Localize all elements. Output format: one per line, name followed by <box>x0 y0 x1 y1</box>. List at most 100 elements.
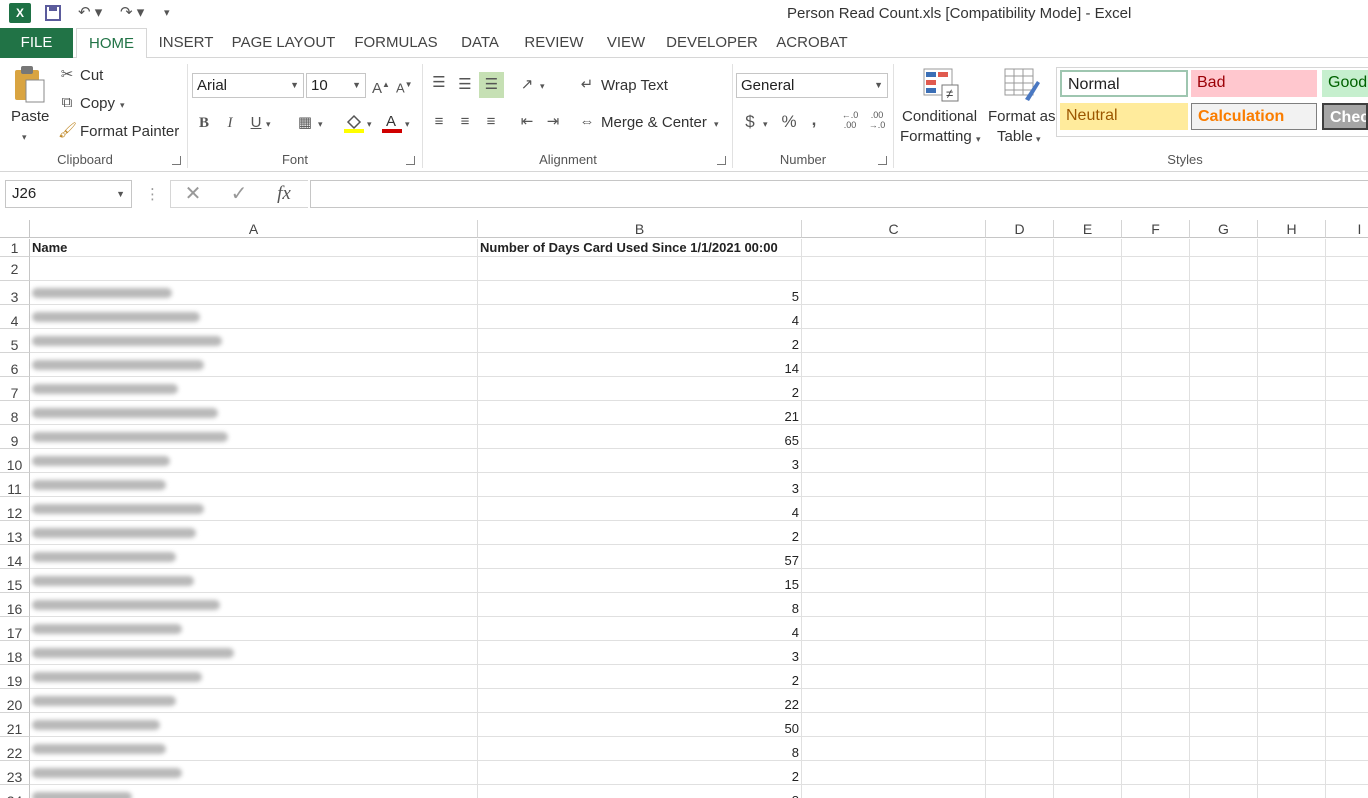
row-header[interactable]: 2 <box>0 257 30 281</box>
cell[interactable] <box>1190 497 1258 521</box>
font-size-dropdown[interactable]: 10 ▼ <box>306 73 366 98</box>
cell[interactable] <box>1258 281 1326 305</box>
count-cell[interactable]: 4 <box>478 617 802 641</box>
cell[interactable] <box>1190 713 1258 737</box>
cell[interactable] <box>986 593 1054 617</box>
row-header[interactable]: 11 <box>0 473 30 497</box>
cell[interactable] <box>1190 305 1258 329</box>
cell[interactable] <box>1122 761 1190 785</box>
cell[interactable] <box>1326 257 1368 281</box>
cell[interactable] <box>1054 425 1122 449</box>
middle-align-icon[interactable]: ☰ <box>456 76 474 94</box>
increase-font-size-icon[interactable]: A▲ <box>372 76 390 98</box>
copy-button[interactable]: Copy <box>80 95 115 112</box>
cell[interactable] <box>1258 239 1326 257</box>
name-box[interactable]: J26 ▼ <box>5 180 132 208</box>
name-box-dropdown-icon[interactable]: ▼ <box>116 181 125 207</box>
row-header[interactable]: 14 <box>0 545 30 569</box>
tab-formulas[interactable]: FORMULAS <box>346 28 446 58</box>
enter-icon[interactable]: ✓ <box>228 184 250 204</box>
cell[interactable] <box>1326 425 1368 449</box>
bottom-align-icon[interactable]: ☰ <box>479 72 504 98</box>
cell[interactable] <box>1190 545 1258 569</box>
cell[interactable] <box>1326 737 1368 761</box>
cell[interactable] <box>802 281 986 305</box>
column-header-h[interactable]: H <box>1258 220 1326 238</box>
tab-acrobat[interactable]: ACROBAT <box>770 28 854 58</box>
font-name-dropdown[interactable]: Arial ▼ <box>192 73 304 98</box>
cell[interactable] <box>1054 329 1122 353</box>
cell[interactable] <box>1258 617 1326 641</box>
cell[interactable] <box>1326 353 1368 377</box>
name-cell-redacted[interactable] <box>30 281 478 305</box>
cell[interactable] <box>986 257 1054 281</box>
tab-file[interactable]: FILE <box>0 28 73 58</box>
style-normal[interactable]: Normal <box>1060 70 1188 97</box>
cell[interactable] <box>1054 713 1122 737</box>
count-cell[interactable]: 2 <box>478 761 802 785</box>
count-cell[interactable]: 65 <box>478 425 802 449</box>
copy-icon[interactable]: ⧉ <box>58 94 76 112</box>
conditional-formatting-icon[interactable]: ≠ <box>922 67 960 103</box>
cell[interactable] <box>1326 521 1368 545</box>
cell[interactable] <box>1190 257 1258 281</box>
row-header[interactable]: 15 <box>0 569 30 593</box>
cell[interactable] <box>1258 521 1326 545</box>
cell[interactable] <box>1326 785 1368 798</box>
cell[interactable] <box>1326 641 1368 665</box>
cell[interactable] <box>986 641 1054 665</box>
row-header[interactable]: 12 <box>0 497 30 521</box>
count-cell[interactable]: 21 <box>478 401 802 425</box>
count-cell[interactable]: 4 <box>478 305 802 329</box>
row-header[interactable]: 20 <box>0 689 30 713</box>
cell[interactable] <box>802 377 986 401</box>
name-cell-redacted[interactable] <box>30 521 478 545</box>
cell[interactable] <box>1326 617 1368 641</box>
conditional-formatting-button-line2[interactable]: Formatting <box>900 128 972 145</box>
cell[interactable] <box>1122 239 1190 257</box>
row-header[interactable]: 9 <box>0 425 30 449</box>
cell[interactable] <box>1054 353 1122 377</box>
count-cell[interactable]: 5 <box>478 281 802 305</box>
cell[interactable] <box>1054 239 1122 257</box>
count-cell[interactable]: 57 <box>478 545 802 569</box>
number-launcher-icon[interactable] <box>878 156 887 165</box>
cell[interactable] <box>1054 593 1122 617</box>
count-cell[interactable]: 22 <box>478 689 802 713</box>
wrap-text-icon[interactable]: ↵ <box>578 76 596 94</box>
cell[interactable] <box>1258 401 1326 425</box>
cell[interactable] <box>986 377 1054 401</box>
row-header[interactable]: 23 <box>0 761 30 785</box>
cell[interactable] <box>1190 353 1258 377</box>
cell[interactable] <box>802 785 986 798</box>
cell[interactable] <box>1190 689 1258 713</box>
cell[interactable] <box>1054 545 1122 569</box>
cell[interactable] <box>1122 401 1190 425</box>
cell[interactable] <box>986 713 1054 737</box>
cell[interactable] <box>1326 761 1368 785</box>
cell[interactable] <box>1326 593 1368 617</box>
cell[interactable] <box>1054 521 1122 545</box>
style-bad[interactable]: Bad <box>1191 70 1317 97</box>
cell[interactable] <box>1326 329 1368 353</box>
cell[interactable] <box>1122 377 1190 401</box>
cell[interactable] <box>986 449 1054 473</box>
align-left-icon[interactable]: ≡ <box>430 113 448 131</box>
cell[interactable] <box>1190 617 1258 641</box>
underline-dropdown-icon[interactable]: ▾ <box>266 115 271 133</box>
cell[interactable] <box>986 401 1054 425</box>
cell[interactable] <box>802 593 986 617</box>
conditional-formatting-dropdown-icon[interactable]: ▾ <box>976 130 981 148</box>
cell[interactable] <box>1190 473 1258 497</box>
style-good[interactable]: Good <box>1322 70 1368 97</box>
tab-review[interactable]: REVIEW <box>516 28 592 58</box>
row-header[interactable]: 1 <box>0 239 30 257</box>
count-cell[interactable]: 2 <box>478 665 802 689</box>
cell[interactable] <box>802 257 986 281</box>
tab-data[interactable]: DATA <box>450 28 510 58</box>
cell[interactable] <box>1190 785 1258 798</box>
row-header[interactable]: 6 <box>0 353 30 377</box>
cell[interactable] <box>802 641 986 665</box>
cell[interactable] <box>1054 473 1122 497</box>
count-cell[interactable]: 2 <box>478 521 802 545</box>
